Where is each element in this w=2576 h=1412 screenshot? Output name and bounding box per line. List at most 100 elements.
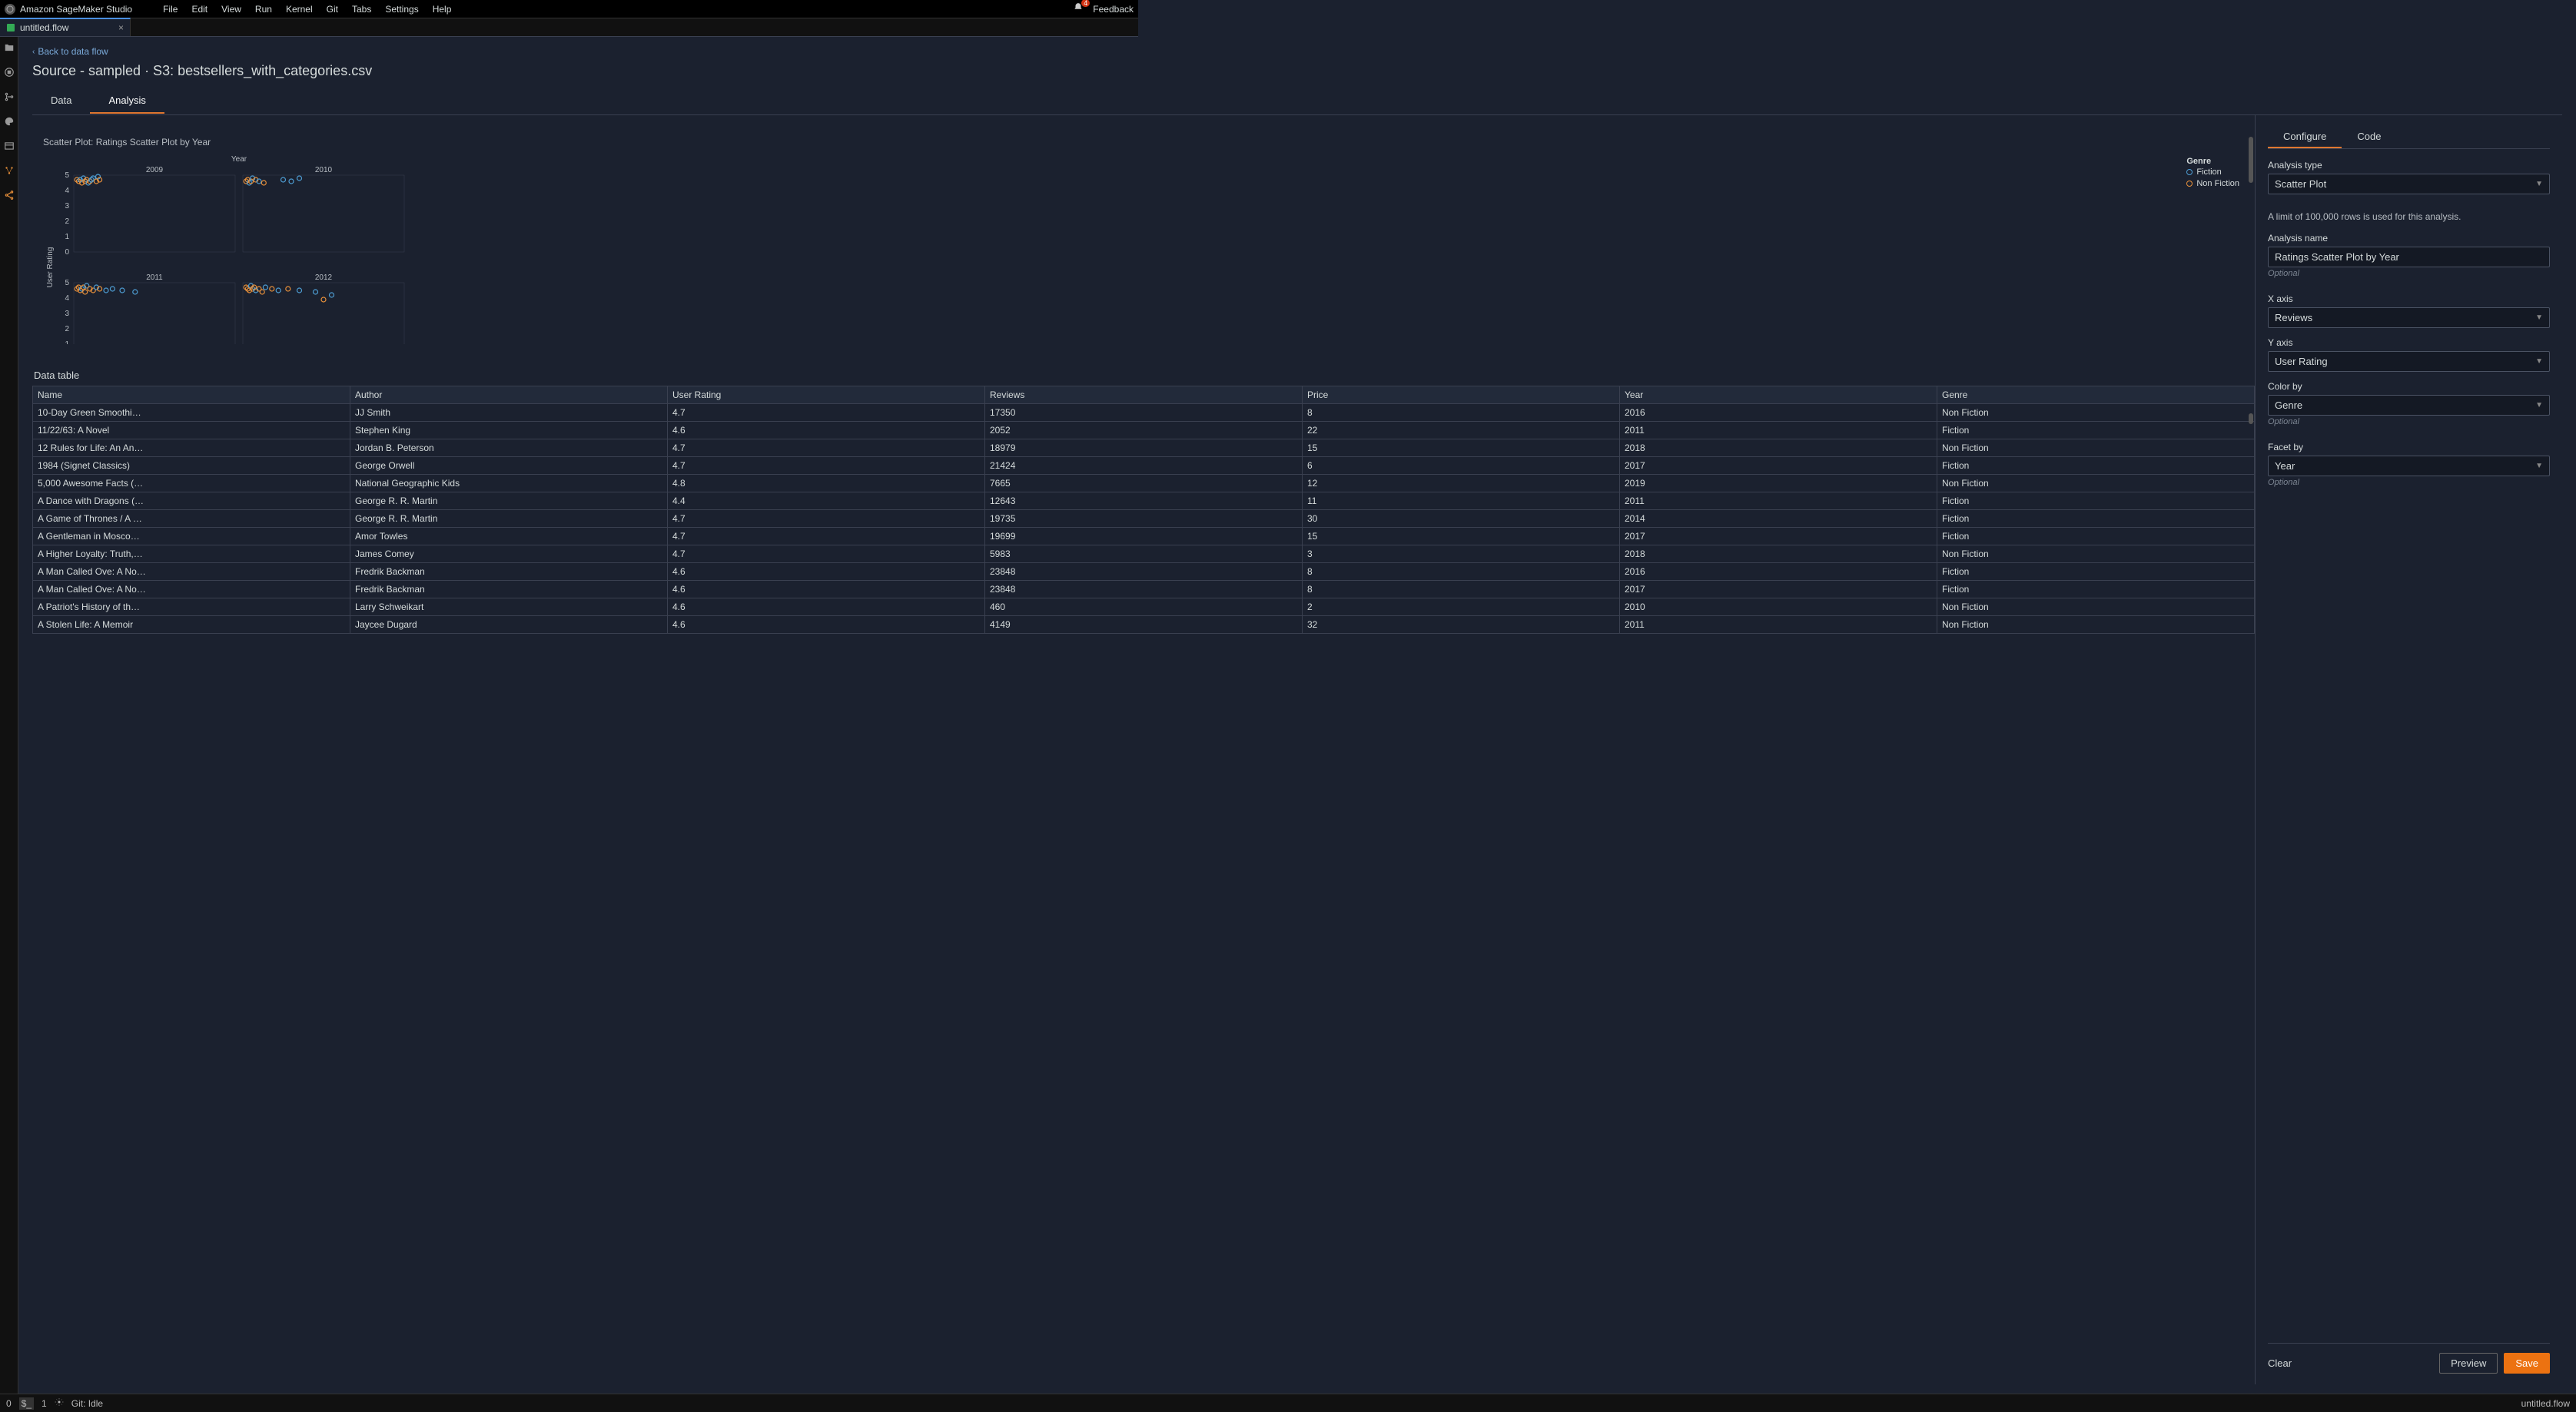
table-row[interactable]: 11/22/63: A NovelStephen King4.620522220… bbox=[33, 422, 2255, 439]
share-icon[interactable] bbox=[3, 189, 15, 201]
column-header[interactable]: Name bbox=[33, 386, 350, 404]
panel-icon[interactable] bbox=[3, 140, 15, 152]
back-link[interactable]: ‹ Back to data flow bbox=[32, 46, 2562, 57]
table-cell: Jordan B. Peterson bbox=[350, 439, 668, 457]
table-cell: 2017 bbox=[1620, 528, 1937, 545]
svg-text:2011: 2011 bbox=[146, 273, 163, 282]
analysis-type-select[interactable]: Scatter Plot ▼ bbox=[2268, 174, 2550, 194]
table-cell: 2052 bbox=[985, 422, 1303, 439]
svg-text:3: 3 bbox=[65, 310, 69, 318]
table-cell: 2017 bbox=[1620, 581, 1937, 598]
chart-scrollbar[interactable] bbox=[2249, 137, 2253, 183]
status-zero[interactable]: 0 bbox=[6, 1398, 12, 1409]
menu-edit[interactable]: Edit bbox=[191, 4, 207, 15]
table-row[interactable]: 1984 (Signet Classics)George Orwell4.721… bbox=[33, 457, 2255, 475]
column-header[interactable]: Author bbox=[350, 386, 668, 404]
notification-badge: 4 bbox=[1081, 0, 1090, 7]
menu-view[interactable]: View bbox=[221, 4, 241, 15]
chevron-left-icon: ‹ bbox=[32, 48, 35, 56]
facet-by-select[interactable]: Year ▼ bbox=[2268, 456, 2550, 476]
table-cell: Non Fiction bbox=[1937, 598, 2255, 616]
x-axis-select[interactable]: Reviews ▼ bbox=[2268, 307, 2550, 328]
column-header[interactable]: Genre bbox=[1937, 386, 2255, 404]
menu-file[interactable]: File bbox=[163, 4, 178, 15]
table-row[interactable]: A Man Called Ove: A No…Fredrik Backman4.… bbox=[33, 563, 2255, 581]
table-cell: 4.7 bbox=[668, 545, 985, 563]
table-row[interactable]: 10-Day Green Smoothi…JJ Smith4.717350820… bbox=[33, 404, 2255, 422]
status-gear-icon[interactable] bbox=[55, 1397, 64, 1409]
table-scrollbar[interactable] bbox=[2249, 413, 2253, 424]
table-row[interactable]: A Stolen Life: A MemoirJaycee Dugard4.64… bbox=[33, 616, 2255, 634]
table-cell: 23848 bbox=[985, 563, 1303, 581]
table-row[interactable]: A Game of Thrones / A …George R. R. Mart… bbox=[33, 510, 2255, 528]
file-tab[interactable]: untitled.flow × bbox=[0, 18, 131, 36]
menu-settings[interactable]: Settings bbox=[385, 4, 418, 15]
table-cell: 4.7 bbox=[668, 439, 985, 457]
tab-configure[interactable]: Configure bbox=[2268, 126, 2342, 148]
git-status[interactable]: Git: Idle bbox=[71, 1398, 103, 1409]
table-cell: A Dance with Dragons (… bbox=[33, 492, 350, 510]
save-button[interactable]: Save bbox=[2504, 1353, 2550, 1374]
tab-code[interactable]: Code bbox=[2342, 126, 2396, 148]
table-row[interactable]: 12 Rules for Life: An An…Jordan B. Peter… bbox=[33, 439, 2255, 457]
menu-help[interactable]: Help bbox=[433, 4, 452, 15]
analysis-name-label: Analysis name bbox=[2268, 233, 2550, 244]
table-cell: 32 bbox=[1303, 616, 1620, 634]
menu-tabs[interactable]: Tabs bbox=[352, 4, 371, 15]
y-axis-select[interactable]: User Rating ▼ bbox=[2268, 351, 2550, 372]
graph-icon[interactable] bbox=[3, 164, 15, 177]
column-header[interactable]: Year bbox=[1620, 386, 1937, 404]
table-row[interactable]: A Patriot's History of th…Larry Schweika… bbox=[33, 598, 2255, 616]
folder-icon[interactable] bbox=[3, 41, 15, 54]
menu-kernel[interactable]: Kernel bbox=[286, 4, 313, 15]
table-cell: 15 bbox=[1303, 528, 1620, 545]
table-row[interactable]: A Dance with Dragons (…George R. R. Mart… bbox=[33, 492, 2255, 510]
palette-icon[interactable] bbox=[3, 115, 15, 128]
column-header[interactable]: Reviews bbox=[985, 386, 1303, 404]
table-cell: Non Fiction bbox=[1937, 439, 2255, 457]
column-header[interactable]: Price bbox=[1303, 386, 1620, 404]
color-by-select[interactable]: Genre ▼ bbox=[2268, 395, 2550, 416]
tab-analysis[interactable]: Analysis bbox=[90, 88, 164, 114]
table-row[interactable]: 5,000 Awesome Facts (…National Geographi… bbox=[33, 475, 2255, 492]
table-cell: 2016 bbox=[1620, 563, 1937, 581]
analysis-name-input[interactable] bbox=[2268, 247, 2550, 267]
table-cell: 2018 bbox=[1620, 439, 1937, 457]
table-row[interactable]: A Gentleman in Mosco…Amor Towles4.719699… bbox=[33, 528, 2255, 545]
chart-area: Scatter Plot: Ratings Scatter Plot by Ye… bbox=[32, 126, 2255, 357]
menu-git[interactable]: Git bbox=[327, 4, 338, 15]
notifications-icon[interactable]: 4 bbox=[1073, 2, 1084, 15]
table-cell: Fredrik Backman bbox=[350, 581, 668, 598]
close-icon[interactable]: × bbox=[118, 22, 124, 33]
table-cell: James Comey bbox=[350, 545, 668, 563]
terminal-icon[interactable]: $_ bbox=[19, 1397, 34, 1410]
table-cell: 1984 (Signet Classics) bbox=[33, 457, 350, 475]
tab-data[interactable]: Data bbox=[32, 88, 90, 114]
table-cell: 2016 bbox=[1620, 404, 1937, 422]
source-control-icon[interactable] bbox=[3, 91, 15, 103]
table-cell: 4.6 bbox=[668, 616, 985, 634]
stop-icon[interactable] bbox=[3, 66, 15, 78]
menu-run[interactable]: Run bbox=[255, 4, 272, 15]
table-cell: A Gentleman in Mosco… bbox=[33, 528, 350, 545]
feedback-link[interactable]: Feedback bbox=[1093, 4, 1134, 15]
preview-button[interactable]: Preview bbox=[2439, 1353, 2498, 1374]
app-title: Amazon SageMaker Studio bbox=[20, 4, 132, 15]
column-header[interactable]: User Rating bbox=[668, 386, 985, 404]
clear-button[interactable]: Clear bbox=[2268, 1354, 2302, 1373]
table-cell: Non Fiction bbox=[1937, 475, 2255, 492]
table-cell: 2018 bbox=[1620, 545, 1937, 563]
table-cell: 4.6 bbox=[668, 422, 985, 439]
svg-text:3: 3 bbox=[65, 202, 69, 210]
status-one[interactable]: 1 bbox=[41, 1398, 47, 1409]
svg-text:0: 0 bbox=[65, 248, 69, 257]
flow-file-icon bbox=[6, 23, 15, 32]
table-row[interactable]: A Higher Loyalty: Truth,…James Comey4.75… bbox=[33, 545, 2255, 563]
table-cell: 12 Rules for Life: An An… bbox=[33, 439, 350, 457]
table-cell: 2 bbox=[1303, 598, 1620, 616]
table-cell: Amor Towles bbox=[350, 528, 668, 545]
table-cell: A Patriot's History of th… bbox=[33, 598, 350, 616]
table-cell: 11 bbox=[1303, 492, 1620, 510]
table-row[interactable]: A Man Called Ove: A No…Fredrik Backman4.… bbox=[33, 581, 2255, 598]
file-tabbar: untitled.flow × bbox=[0, 18, 1138, 37]
